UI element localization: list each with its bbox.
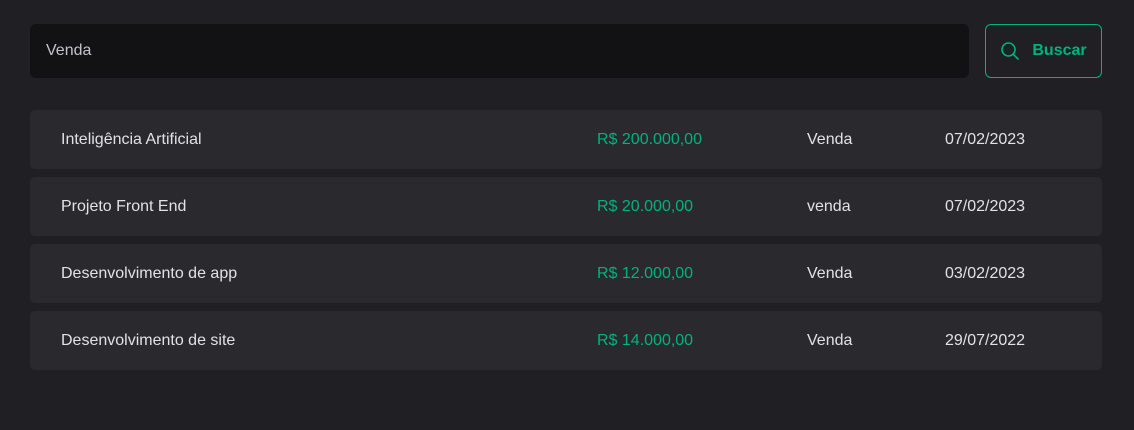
- transaction-price: R$ 12.000,00: [597, 265, 694, 282]
- transaction-description: Inteligência Artificial: [61, 131, 202, 148]
- transaction-category: Venda: [807, 265, 853, 282]
- search-button[interactable]: Buscar: [985, 24, 1102, 78]
- search-icon: [1001, 42, 1020, 60]
- transaction-price: R$ 14.000,00: [597, 332, 694, 349]
- search-input[interactable]: [30, 24, 969, 78]
- transaction-description: Projeto Front End: [61, 198, 187, 215]
- transaction-category: venda: [807, 198, 851, 215]
- transaction-description: Desenvolvimento de site: [61, 332, 236, 349]
- transactions-table: Inteligência Artificial R$ 200.000,00 Ve…: [30, 110, 1102, 370]
- transaction-date: 29/07/2022: [945, 332, 1026, 349]
- transaction-description: Desenvolvimento de app: [61, 265, 238, 282]
- transaction-date: 03/02/2023: [945, 265, 1026, 282]
- transaction-date: 07/02/2023: [945, 198, 1026, 215]
- table-row: Desenvolvimento de app R$ 12.000,00 Vend…: [30, 244, 1102, 303]
- transaction-date: 07/02/2023: [945, 131, 1026, 148]
- transaction-category: Venda: [807, 332, 853, 349]
- transaction-category: Venda: [807, 131, 853, 148]
- table-row: Desenvolvimento de site R$ 14.000,00 Ven…: [30, 311, 1102, 370]
- table-row: Inteligência Artificial R$ 200.000,00 Ve…: [30, 110, 1102, 169]
- table-row: Projeto Front End R$ 20.000,00 venda 07/…: [30, 177, 1102, 236]
- transaction-price: R$ 20.000,00: [597, 198, 694, 215]
- search-button-label: Buscar: [1032, 42, 1087, 59]
- search-form: Buscar: [30, 24, 1102, 78]
- transaction-price: R$ 200.000,00: [597, 131, 702, 148]
